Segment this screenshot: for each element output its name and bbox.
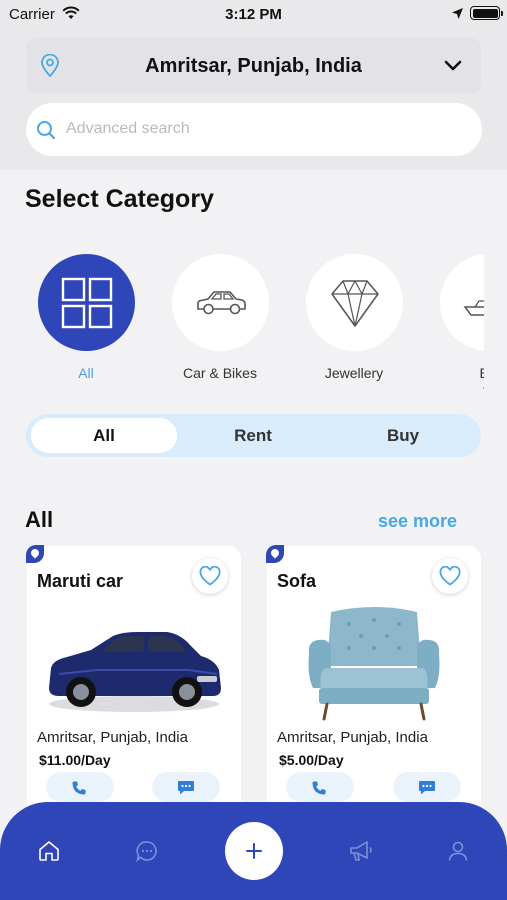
bottom-navigation (0, 802, 507, 900)
heart-icon (439, 566, 461, 586)
search-input[interactable]: Advanced search (26, 103, 482, 156)
segment-rent[interactable]: Rent (180, 418, 326, 453)
chevron-down-icon[interactable] (444, 60, 462, 72)
profile-icon[interactable] (446, 839, 470, 863)
home-icon[interactable] (37, 839, 61, 863)
message-button[interactable] (152, 772, 220, 802)
call-button[interactable] (46, 772, 114, 802)
listing-title: All (25, 507, 54, 532)
category-label: Jewellery (324, 365, 384, 381)
blue-armchair-image (279, 604, 469, 722)
product-name: Sofa (277, 571, 317, 591)
heart-icon (199, 566, 221, 586)
add-icon (246, 843, 262, 859)
status-bar: Carrier 3:12 PM (0, 0, 507, 30)
clock: 3:12 PM (225, 6, 282, 23)
product-name: Maruti car (37, 571, 124, 591)
favorite-button[interactable] (432, 558, 468, 594)
category-label: Car & Bikes (183, 365, 257, 381)
category-label: All (78, 365, 94, 381)
product-card[interactable]: Sofa Amritsar, Punjab, India $5.00/Day (266, 545, 481, 816)
message-icon (178, 781, 194, 795)
car-icon (197, 291, 246, 315)
see-more-link[interactable]: see more (378, 511, 457, 532)
current-location: Amritsar, Punjab, India (145, 55, 362, 77)
location-badge-icon (26, 545, 44, 563)
product-location: Amritsar, Punjab, India (37, 729, 188, 746)
grid-icon (61, 277, 113, 329)
product-location: Amritsar, Punjab, India (277, 729, 428, 746)
category-carousel[interactable]: All Car & Bikes Jewellery (0, 254, 484, 394)
battery-icon (470, 6, 500, 20)
section-title: Select Category (25, 185, 214, 213)
message-button[interactable] (393, 772, 461, 802)
category-label: Bo Je (428, 364, 484, 394)
product-price: $11.00/Day (39, 752, 111, 768)
add-listing-button[interactable] (225, 822, 283, 880)
battery-tip (501, 11, 503, 16)
phone-icon (312, 781, 326, 795)
location-selector[interactable]: Amritsar, Punjab, India (26, 38, 481, 94)
boat-icon (463, 300, 484, 316)
header: Amritsar, Punjab, India Advanced search (0, 30, 507, 170)
product-card[interactable]: Maruti car Amritsar, Punjab, India $11.0… (26, 545, 241, 816)
diamond-icon (331, 280, 379, 327)
blue-car-image (49, 632, 221, 712)
call-button[interactable] (286, 772, 354, 802)
segment-buy[interactable]: Buy (330, 418, 476, 453)
segment-all[interactable]: All (31, 418, 177, 453)
chat-icon[interactable] (135, 839, 159, 863)
rent-buy-segmented-control: All Rent Buy (26, 414, 481, 457)
category-icon-circle (440, 254, 484, 351)
favorite-button[interactable] (192, 558, 228, 594)
message-icon (419, 781, 435, 795)
product-price: $5.00/Day (279, 752, 344, 768)
search-placeholder: Advanced search (66, 120, 190, 137)
category-icon-circle (38, 254, 135, 351)
phone-icon (72, 781, 86, 795)
search-icon (37, 121, 56, 140)
category-icon-circle (306, 254, 403, 351)
megaphone-icon[interactable] (348, 839, 374, 863)
category-icon-circle (172, 254, 269, 351)
location-badge-icon (266, 545, 284, 563)
location-services-icon (452, 8, 463, 19)
